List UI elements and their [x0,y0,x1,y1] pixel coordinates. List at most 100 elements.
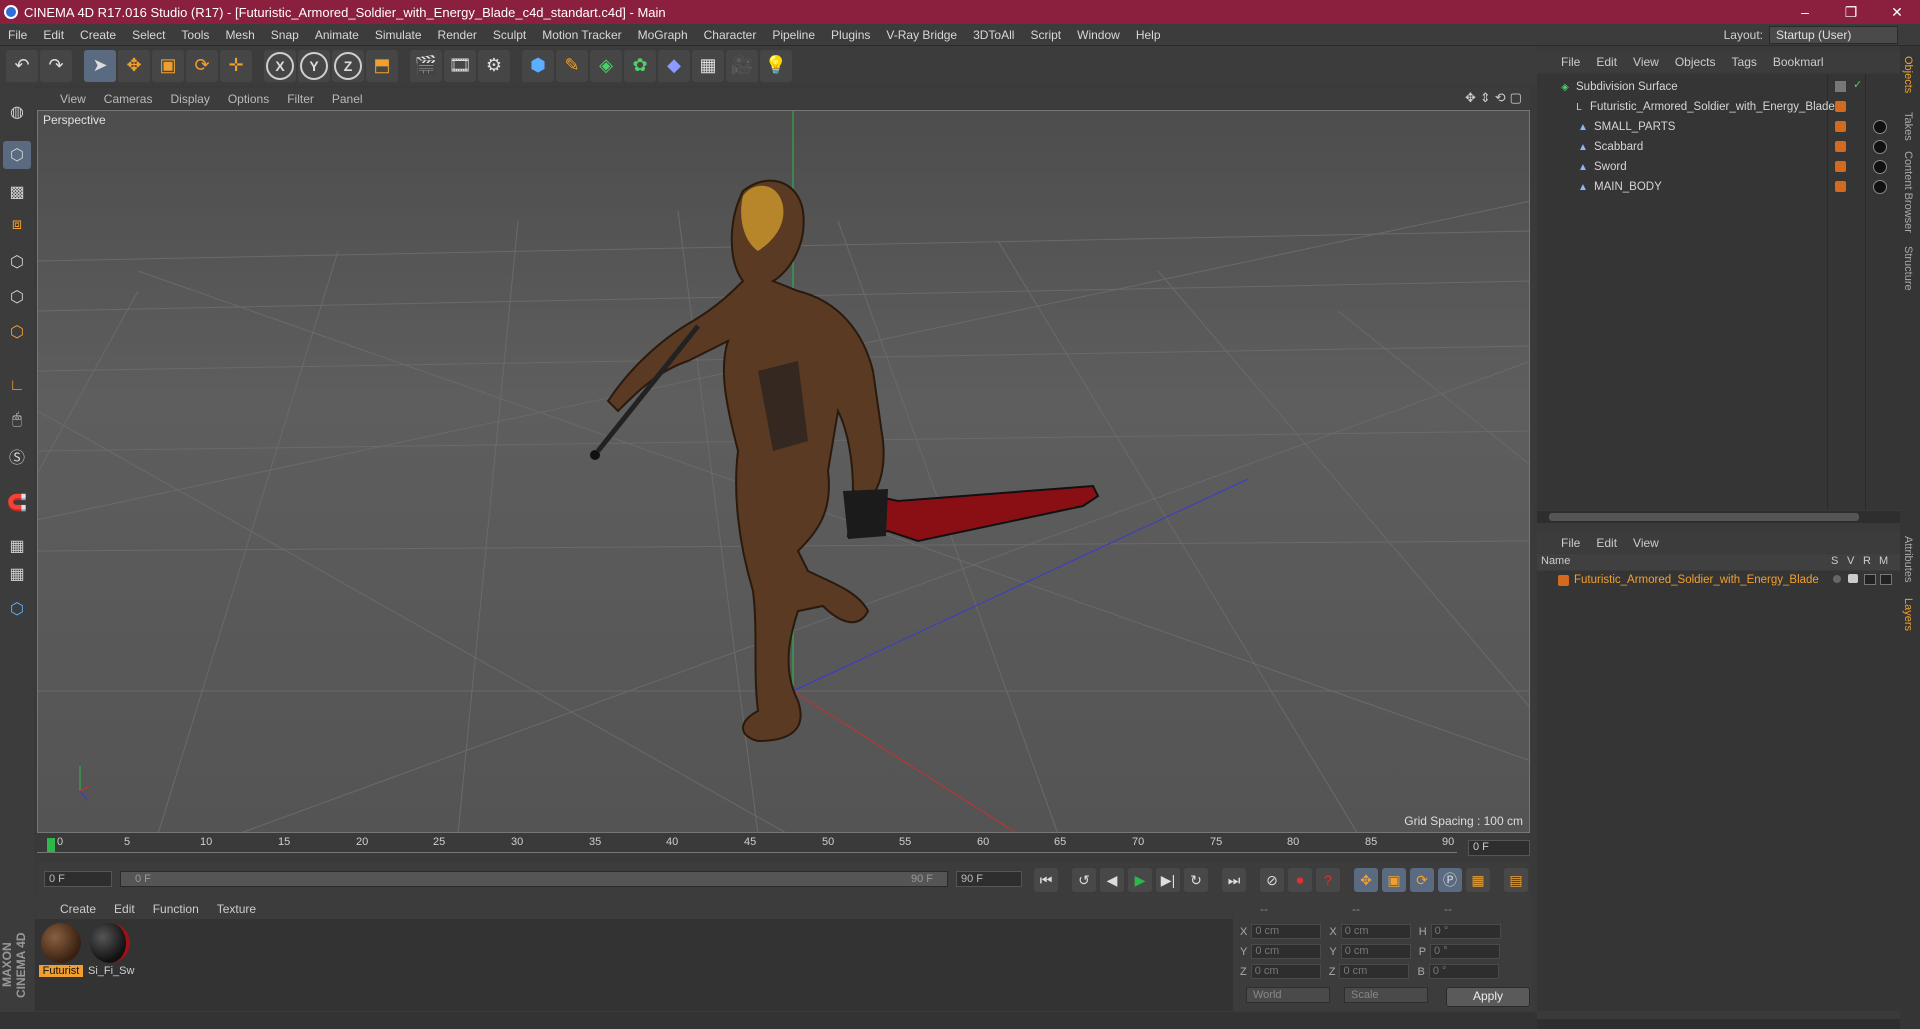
menu-select[interactable]: Select [124,28,173,42]
minimize-icon[interactable]: – [1782,0,1828,24]
layout-dropdown[interactable]: Startup (User) [1769,26,1898,44]
render-toggle-icon[interactable] [1864,574,1876,585]
move-icon[interactable]: ✥ [118,49,150,82]
menu-plugins[interactable]: Plugins [823,28,878,42]
position-z-field[interactable]: 0 cm [1250,964,1321,979]
material-menu-edit[interactable]: Edit [105,902,144,916]
object-row[interactable]: ▲ MAIN_BODY [1537,178,1920,196]
undo-icon[interactable]: ↶ [6,49,38,82]
previous-frame-icon[interactable]: ◀ [1100,868,1124,892]
visibility-eye-icon[interactable] [1848,574,1858,583]
menu-pipeline[interactable]: Pipeline [764,28,823,42]
menu-sculpt[interactable]: Sculpt [485,28,534,42]
grid-snap-icon[interactable]: ▦ [3,560,31,588]
next-frame-icon[interactable]: ▶| [1156,868,1180,892]
subdivision-icon[interactable]: ◈ [590,49,622,82]
viewport-nav-icons[interactable]: ✥⇕⟲▢ [1465,90,1526,106]
viewport-menu-filter[interactable]: Filter [278,92,323,106]
layer-color-tag[interactable] [1835,101,1846,112]
record-disabled-icon[interactable]: ⊘ [1260,868,1284,892]
tab-takes[interactable]: Takes [1902,112,1914,141]
rotation-p-field[interactable]: 0 ° [1430,944,1501,959]
camera-icon[interactable]: 🎥 [726,49,758,82]
menu-mograph[interactable]: MoGraph [630,28,696,42]
coordinate-system-icon[interactable]: ⬒ [366,49,398,82]
timeline-window-icon[interactable]: ▤ [1504,868,1528,892]
magnet-icon[interactable]: 🧲 [3,489,31,517]
go-to-start-icon[interactable]: ⏮ [1034,868,1058,892]
go-to-end-icon[interactable]: ⏭ [1222,868,1246,892]
layer-menu-view[interactable]: View [1625,536,1667,550]
scale-icon[interactable]: ▣ [152,49,184,82]
menu-motion-tracker[interactable]: Motion Tracker [534,28,629,42]
record-icon[interactable]: ⏺ [1288,868,1312,892]
make-editable-icon[interactable]: ◍ [3,98,31,126]
size-x-field[interactable]: 0 cm [1340,924,1411,939]
viewport-menu-view[interactable]: View [51,92,95,106]
object-row[interactable]: ▲ Scabbard [1537,138,1920,156]
menu-vray-bridge[interactable]: V-Ray Bridge [878,28,965,42]
rotation-h-field[interactable]: 0 ° [1430,924,1501,939]
material-tag-icon[interactable] [1873,160,1887,174]
edges-mode-icon[interactable]: ⬡ [3,283,31,311]
menu-tools[interactable]: Tools [173,28,217,42]
render-settings-icon[interactable]: ⚙ [478,49,510,82]
menu-render[interactable]: Render [430,28,485,42]
key-pla-icon[interactable]: ▦ [1466,868,1490,892]
menu-animate[interactable]: Animate [307,28,367,42]
menu-window[interactable]: Window [1069,28,1128,42]
layer-color-tag[interactable] [1835,121,1846,132]
layer-color-tag[interactable] [1835,141,1846,152]
rotation-b-field[interactable]: 0 ° [1428,964,1499,979]
lock-grid-icon[interactable]: ▦ [3,532,31,560]
menu-character[interactable]: Character [696,28,765,42]
menu-help[interactable]: Help [1128,28,1169,42]
cube-icon[interactable]: ⬢ [522,49,554,82]
close-icon[interactable]: ✕ [1874,0,1920,24]
menu-script[interactable]: Script [1022,28,1069,42]
timeline-ruler[interactable]: 0 5 10 15 20 25 30 35 40 45 50 55 60 65 … [37,836,1530,858]
z-axis-button[interactable]: Z [332,49,364,82]
menu-mesh[interactable]: Mesh [217,28,262,42]
tab-objects[interactable]: Objects [1902,56,1914,93]
object-menu-tags[interactable]: Tags [1724,55,1765,69]
menu-create[interactable]: Create [72,28,124,42]
menu-file[interactable]: File [0,28,35,42]
menu-snap[interactable]: Snap [263,28,307,42]
object-row[interactable]: ▲ SMALL_PARTS [1537,118,1920,136]
end-frame-field[interactable]: 90 F [956,871,1022,887]
next-key-icon[interactable]: ↻ [1184,868,1208,892]
viewport-menu-panel[interactable]: Panel [323,92,372,106]
start-frame-field[interactable]: 0 F [44,871,112,887]
tweak-mode-icon[interactable]: 🖱 [3,406,31,434]
enabled-check-icon[interactable]: ✓ [1853,78,1862,91]
polygons-mode-icon[interactable]: ⬡ [3,318,31,346]
layer-row[interactable]: Futuristic_Armored_Soldier_with_Energy_B… [1537,571,1920,589]
material-tag-icon[interactable] [1873,140,1887,154]
deformer-icon[interactable]: ◆ [658,49,690,82]
playhead-marker[interactable] [47,838,55,852]
coordinate-mode-dropdown[interactable]: World [1246,987,1330,1003]
previous-key-icon[interactable]: ↺ [1072,868,1096,892]
autokey-icon[interactable]: ? [1316,868,1340,892]
texture-mode-icon[interactable]: ▩ [3,178,31,206]
tab-content-browser[interactable]: Content Browser [1902,151,1914,233]
perspective-viewport[interactable]: Perspective Grid Spacing : 100 cm [37,110,1530,833]
redo-icon[interactable]: ↷ [40,49,72,82]
transform-icon[interactable]: ✛ [220,49,252,82]
layer-color-tag[interactable] [1835,161,1846,172]
play-icon[interactable]: ▶ [1128,868,1152,892]
size-mode-dropdown[interactable]: Scale [1344,987,1428,1003]
manager-toggle-icon[interactable] [1880,574,1892,585]
material-thumbnail[interactable]: Si_Fi_Sw [88,923,134,977]
layer-menu-edit[interactable]: Edit [1588,536,1625,550]
soldier-model[interactable] [590,179,1100,743]
material-tag-icon[interactable] [1873,120,1887,134]
size-y-field[interactable]: 0 cm [1340,944,1411,959]
visibility-dot[interactable] [1835,81,1846,92]
menu-simulate[interactable]: Simulate [367,28,430,42]
floor-icon[interactable]: ▦ [692,49,724,82]
tab-attributes[interactable]: Attributes [1902,536,1914,582]
material-menu-create[interactable]: Create [51,902,105,916]
rotate-icon[interactable]: ⟳ [186,49,218,82]
